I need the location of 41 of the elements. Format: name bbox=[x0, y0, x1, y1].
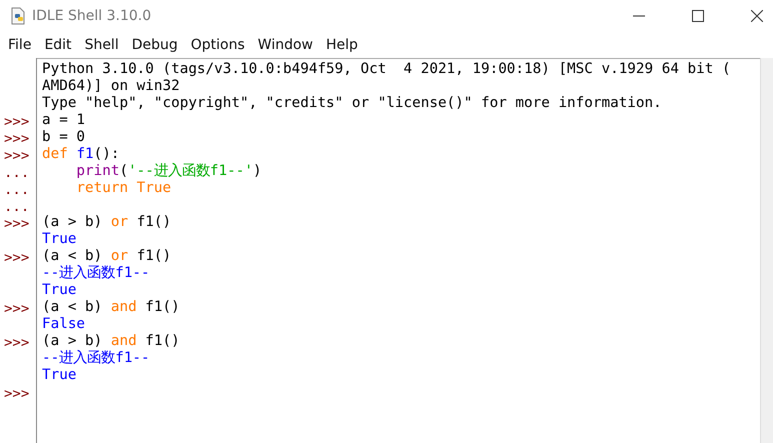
prompt-marker: >>> bbox=[3, 335, 30, 351]
code-line: True bbox=[42, 282, 76, 298]
code-line: --进入函数f1-- bbox=[42, 265, 150, 281]
close-icon[interactable] bbox=[751, 10, 763, 22]
python-file-icon bbox=[10, 7, 26, 25]
code-line: False bbox=[42, 316, 86, 332]
code-line: True bbox=[42, 231, 76, 247]
prompt-marker: >>> bbox=[3, 301, 30, 317]
window-title: IDLE Shell 3.10.0 bbox=[32, 8, 152, 24]
code-line: a = 1 bbox=[42, 112, 86, 128]
code-line: --进入函数f1-- bbox=[42, 350, 150, 366]
code-line: print('--进入函数f1--') bbox=[75, 163, 262, 179]
prompt-marker: >>> bbox=[3, 148, 30, 164]
menu-item[interactable]: Options bbox=[190, 37, 245, 53]
code-line: True bbox=[42, 367, 76, 383]
code-line: b = 0 bbox=[42, 129, 86, 145]
prompt-marker: >>> bbox=[3, 250, 30, 266]
menu-item[interactable]: Shell bbox=[84, 37, 119, 53]
menu-item[interactable]: Debug bbox=[132, 37, 178, 53]
prompt-marker: ... bbox=[3, 199, 30, 215]
menu-item[interactable]: Help bbox=[326, 37, 358, 53]
code-line: return True bbox=[75, 180, 172, 196]
prompt-marker: ... bbox=[3, 165, 30, 181]
prompt-marker: ... bbox=[3, 182, 30, 198]
menu-item[interactable]: File bbox=[8, 37, 32, 53]
code-line: AMD64)] on win32 bbox=[42, 78, 180, 94]
code-line: (a < b) and f1() bbox=[42, 299, 180, 315]
menu-item[interactable]: Edit bbox=[44, 37, 72, 53]
prompt-marker: >>> bbox=[3, 114, 30, 130]
maximize-icon[interactable] bbox=[692, 10, 704, 22]
code-line: (a > b) or f1() bbox=[42, 214, 172, 230]
prompt-marker: >>> bbox=[3, 131, 30, 147]
prompt-marker: >>> bbox=[3, 386, 30, 402]
scroll-bar[interactable] bbox=[760, 58, 773, 443]
code-line: (a < b) or f1() bbox=[42, 248, 172, 264]
code-line: def f1(): bbox=[42, 146, 120, 162]
code-line: Python 3.10.0 (tags/v3.10.0:b494f59, Oct 4 2021, 19:00:18) [MSC v.1929 64 bit ( bbox=[42, 61, 731, 77]
code-line: (a > b) and f1() bbox=[42, 333, 180, 349]
menu-item[interactable]: Window bbox=[258, 37, 313, 53]
prompt-marker: >>> bbox=[3, 216, 30, 232]
code-line: Type "help", "copyright", "credits" or "license()" for more information. bbox=[42, 95, 662, 111]
